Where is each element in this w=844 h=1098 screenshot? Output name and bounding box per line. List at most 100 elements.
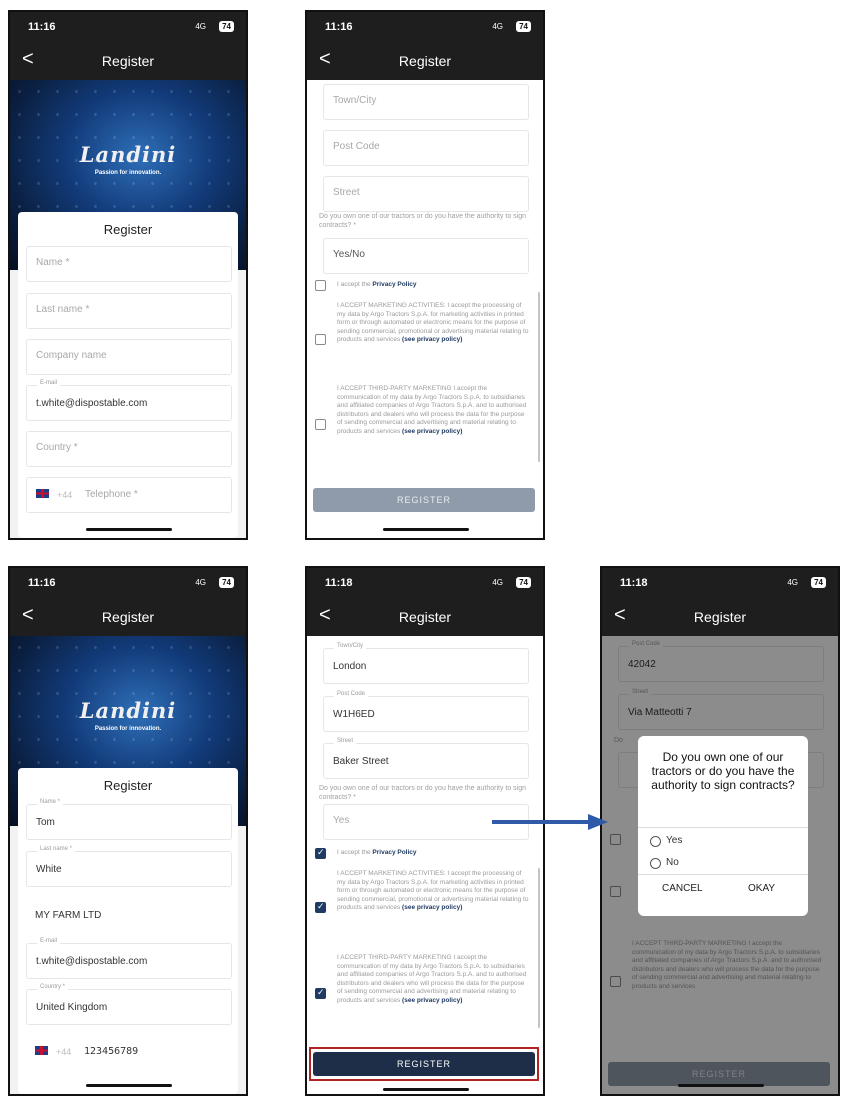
nav-bar: < Register: [10, 598, 246, 636]
last-name-field[interactable]: Last name * White: [26, 846, 232, 887]
post-code-field[interactable]: Post Code W1H6ED: [323, 691, 529, 732]
dialog-divider: [638, 874, 808, 875]
post-code-field[interactable]: Post Code: [323, 130, 529, 166]
email-field[interactable]: E-mail t.white@dispostable.com: [26, 380, 232, 421]
town-city-value: London: [333, 661, 367, 672]
street-field[interactable]: Street: [323, 176, 529, 212]
marketing-checkbox[interactable]: [315, 334, 326, 345]
telephone-field[interactable]: +44 123456789: [26, 1035, 232, 1071]
nav-title: Register: [693, 609, 747, 625]
marketing-checkbox[interactable]: [315, 901, 326, 913]
register-button[interactable]: REGISTER: [313, 488, 535, 512]
post-code-label: Post Code: [334, 691, 369, 697]
battery-icon: 74: [811, 577, 826, 588]
card-title: Register: [103, 222, 153, 237]
privacy-checkbox[interactable]: [315, 847, 326, 859]
third-party-checkbox[interactable]: [315, 987, 326, 999]
option-no-label: No: [666, 857, 679, 868]
company-name-field[interactable]: MY FARM LTD: [26, 898, 232, 934]
battery-icon: 74: [516, 21, 531, 32]
country-placeholder: Country *: [36, 442, 78, 453]
marketing-privacy-link[interactable]: (see privacy policy): [402, 904, 462, 911]
last-name-value: White: [36, 864, 62, 875]
email-label: E-mail: [37, 938, 61, 944]
street-value: Baker Street: [333, 756, 389, 767]
nav-title: Register: [398, 609, 452, 625]
company-name-field[interactable]: Company name: [26, 339, 232, 375]
street-field[interactable]: Street Baker Street: [323, 738, 529, 779]
privacy-consent-text: I accept the Privacy Policy: [337, 849, 531, 858]
home-indicator: [86, 528, 172, 531]
town-city-placeholder: Town/City: [333, 95, 377, 106]
ownership-select[interactable]: Yes/No: [323, 238, 529, 274]
status-bar: 11:18 4G 74: [307, 568, 543, 598]
name-value: Tom: [36, 817, 55, 828]
email-value: t.white@dispostable.com: [36, 398, 148, 409]
telephone-value: 123456789: [84, 1046, 139, 1057]
ownership-question: Do you own one of our tractors or do you…: [319, 785, 527, 801]
register-button[interactable]: REGISTER: [313, 1052, 535, 1076]
radio-no[interactable]: [650, 858, 661, 869]
ownership-dialog: Do you own one of our tractors or do you…: [638, 736, 808, 916]
privacy-policy-link[interactable]: Privacy Policy: [372, 849, 416, 856]
home-indicator: [383, 1088, 469, 1091]
network-indicator: 4G: [787, 578, 798, 587]
status-bar: 11:16 4G 74: [10, 568, 246, 598]
street-label: Street: [334, 738, 357, 744]
phone-screen-ownership-dialog: 11:18 4G 74 < Register Post Code 42042 S…: [600, 566, 840, 1096]
battery-icon: 74: [219, 21, 234, 32]
scrollbar[interactable]: [538, 868, 540, 1028]
town-city-field[interactable]: Town/City: [323, 84, 529, 120]
telephone-placeholder: Telephone *: [85, 489, 138, 500]
scrollbar[interactable]: [538, 292, 540, 462]
status-time: 11:16: [28, 577, 56, 589]
telephone-field[interactable]: +44 Telephone *: [26, 477, 232, 513]
radio-yes[interactable]: [650, 836, 661, 847]
marketing-consent-text: I ACCEPT MARKETING ACTIVITIES: I accept …: [337, 302, 531, 345]
name-field[interactable]: Name * Tom: [26, 799, 232, 840]
okay-button[interactable]: OKAY: [748, 883, 775, 894]
nav-title: Register: [101, 53, 155, 69]
status-time: 11:16: [325, 21, 353, 33]
home-indicator: [383, 528, 469, 531]
phone-screen-consents: 11:16 4G 74 < Register Town/City Post Co…: [305, 10, 545, 540]
name-field[interactable]: Name *: [26, 246, 232, 282]
privacy-policy-link[interactable]: Privacy Policy: [372, 281, 416, 288]
email-value: t.white@dispostable.com: [36, 956, 148, 967]
uk-flag-icon[interactable]: [36, 489, 49, 498]
nav-bar: < Register: [307, 42, 543, 80]
last-name-field[interactable]: Last name *: [26, 293, 232, 329]
brand-logo: Landini: [79, 142, 177, 167]
status-time: 11:18: [620, 577, 648, 589]
phone-prefix: +44: [57, 490, 73, 500]
company-name-placeholder: Company name: [36, 350, 107, 361]
third-party-consent-text: I ACCEPT THIRD-PARTY MARKETING I accept …: [337, 954, 531, 1006]
town-city-field[interactable]: Town/City London: [323, 643, 529, 684]
option-yes-label: Yes: [666, 835, 683, 846]
third-party-privacy-link[interactable]: (see privacy policy): [402, 997, 462, 1004]
privacy-checkbox[interactable]: [315, 280, 326, 291]
ownership-value: Yes: [333, 815, 350, 826]
home-indicator: [86, 1084, 172, 1087]
status-time: 11:16: [28, 21, 56, 33]
last-name-placeholder: Last name *: [36, 304, 90, 315]
uk-flag-icon[interactable]: [35, 1046, 48, 1055]
third-party-privacy-link[interactable]: (see privacy policy): [402, 428, 462, 435]
marketing-consent-text: I ACCEPT MARKETING ACTIVITIES: I accept …: [337, 870, 531, 913]
cancel-button[interactable]: CANCEL: [662, 883, 703, 894]
country-field[interactable]: Country * United Kingdom: [26, 984, 232, 1025]
email-field[interactable]: E-mail t.white@dispostable.com: [26, 938, 232, 979]
third-party-checkbox[interactable]: [315, 419, 326, 430]
brand-logo: Landini: [79, 698, 177, 723]
flow-arrow-icon: [492, 814, 608, 830]
phone-screen-filled-form: 11:16 4G 74 < Register Landini Passion f…: [8, 566, 248, 1096]
town-city-label: Town/City: [334, 643, 367, 649]
post-code-value: W1H6ED: [333, 709, 375, 720]
country-value: United Kingdom: [36, 1002, 108, 1013]
country-field[interactable]: Country *: [26, 431, 232, 467]
network-indicator: 4G: [195, 578, 206, 587]
marketing-privacy-link[interactable]: (see privacy policy): [402, 336, 462, 343]
post-code-placeholder: Post Code: [333, 141, 380, 152]
company-name-value: MY FARM LTD: [35, 910, 102, 921]
nav-bar: < Register: [10, 42, 246, 80]
